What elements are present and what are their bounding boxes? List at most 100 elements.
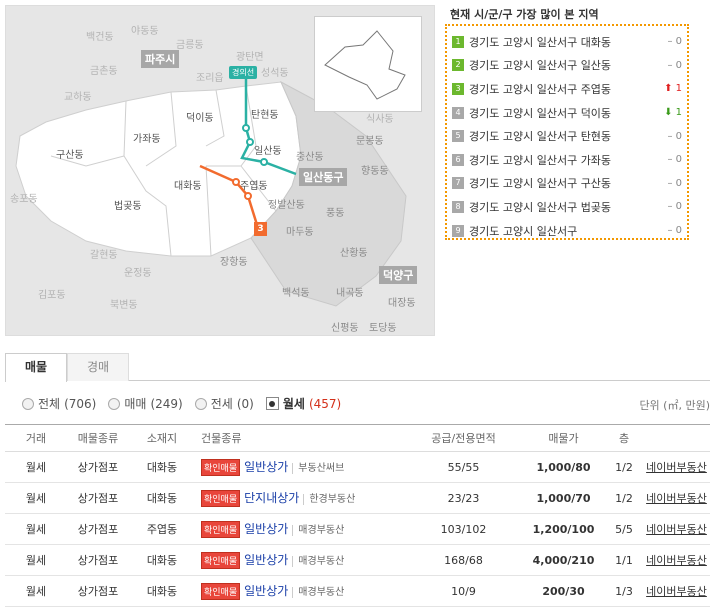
ranking-item[interactable]: 4 경기도 고양시 일산서구 덕이동 ⬇ 1 <box>452 101 682 125</box>
map-label-hyangdong[interactable]: 향동동 <box>361 162 389 177</box>
map-label-munbong[interactable]: 문봉동 <box>356 132 384 147</box>
col-header-floor: 층 <box>605 424 643 452</box>
map-label-daehwa[interactable]: 대화동 <box>174 177 202 192</box>
ranking-item[interactable]: 7 경기도 고양시 일산서구 구산동 – 0 <box>452 172 682 196</box>
ranking-item[interactable]: 5 경기도 고양시 일산서구 탄현동 – 0 <box>452 124 682 148</box>
cell-deal: 월세 <box>5 482 67 514</box>
region-map[interactable]: 파주시 일산동구 덕양구 경의선 3 덕이동 탄현동 가좌동 구산동 일산동 대… <box>5 5 435 336</box>
ranking-item[interactable]: 2 경기도 고양시 일산서구 일산동 – 0 <box>452 54 682 78</box>
cell-location: 대화동 <box>129 451 195 483</box>
line3-badge: 3 <box>254 222 267 236</box>
map-label-deogi[interactable]: 덕이동 <box>186 109 214 124</box>
cell-agent: 네이버부동산 <box>643 482 710 514</box>
agent-link[interactable]: 네이버부동산 <box>646 523 707 536</box>
building-link[interactable]: 일반상가 <box>244 553 288 567</box>
map-label-jeongbalsan[interactable]: 정발산동 <box>268 196 305 211</box>
map-label-sanhwang[interactable]: 산황동 <box>340 244 368 259</box>
map-label-todang[interactable]: 토당동 <box>369 319 397 334</box>
filter-all[interactable]: 전체 (706) <box>22 395 96 412</box>
ranking-item[interactable]: 8 경기도 고양시 일산서구 법곶동 – 0 <box>452 195 682 219</box>
gyeongui-line-badge: 경의선 <box>229 66 258 79</box>
cell-agent: 네이버부동산 <box>643 451 710 483</box>
ranking-item-link[interactable]: 경기도 고양시 일산서구 주엽동 <box>469 81 637 97</box>
map-label-pungdong[interactable]: 풍동 <box>326 204 344 219</box>
filter-jeonse[interactable]: 전세 (0) <box>194 395 254 412</box>
map-label-galhyeon: 갈현동 <box>90 250 118 261</box>
map-label-geumchon: 금촌동 <box>90 66 118 77</box>
map-label-gajwa[interactable]: 가좌동 <box>133 130 161 145</box>
cell-area: 55/55 <box>405 451 522 483</box>
rank-number-badge: 4 <box>452 106 464 119</box>
map-label-madu[interactable]: 마두동 <box>286 223 314 238</box>
building-link[interactable]: 일반상가 <box>244 584 288 598</box>
cell-type: 상가점포 <box>67 513 129 545</box>
ranking-item-link[interactable]: 경기도 고양시 일산서구 탄현동 <box>469 128 637 144</box>
map-label-juyeop[interactable]: 주엽동 <box>240 177 268 192</box>
map-label-jungsan[interactable]: 중산동 <box>296 148 324 163</box>
ranking-item[interactable]: 1 경기도 고양시 일산서구 대화동 – 0 <box>452 30 682 54</box>
confirmed-listing-badge: 확인매물 <box>201 521 241 539</box>
ranking-item-link[interactable]: 경기도 고양시 일산서구 법곶동 <box>469 199 637 215</box>
map-label-janghang[interactable]: 장항동 <box>220 253 248 268</box>
rank-change: – 0 <box>667 130 682 142</box>
agent-link[interactable]: 네이버부동산 <box>646 554 707 567</box>
rank-number-badge: 9 <box>452 224 464 237</box>
cell-building: 확인매물 일반상가 매경부동산 <box>195 575 405 607</box>
ranking-list: 1 경기도 고양시 일산서구 대화동 – 0 2 경기도 고양시 일산서구 일산동 – 0… <box>452 30 682 242</box>
map-label-daejang[interactable]: 대장동 <box>388 294 416 309</box>
agent-link[interactable]: 네이버부동산 <box>646 585 707 598</box>
building-link[interactable]: 단지내상가 <box>244 491 299 505</box>
map-label-tanhyeon[interactable]: 탄현동 <box>251 106 279 121</box>
building-link[interactable]: 일반상가 <box>244 460 288 474</box>
radio-icon[interactable] <box>108 397 121 410</box>
arrow-down-icon: ⬇ <box>664 107 676 119</box>
map-inset[interactable] <box>314 16 422 112</box>
ranking-item-link[interactable]: 경기도 고양시 일산서구 구산동 <box>469 175 637 191</box>
listing-rows: 월세 상가점포 대화동 확인매물 일반상가 부동산써브 55/55 1,000/80 1/2 네이… <box>5 451 710 607</box>
map-label-gwangtan: 광탄면 <box>236 52 264 63</box>
map-label-geumneung: 금릉동 <box>176 40 204 51</box>
agent-link[interactable]: 네이버부동산 <box>646 492 707 505</box>
tab-auction[interactable]: 경매 <box>67 353 129 381</box>
radio-icon[interactable] <box>22 397 34 410</box>
cell-floor: 1/2 <box>605 451 643 483</box>
ranking-item-link[interactable]: 경기도 고양시 일산서구 <box>469 223 637 239</box>
tab-listings[interactable]: 매물 <box>5 353 67 382</box>
cell-area: 103/102 <box>405 513 522 545</box>
cell-area: 10/9 <box>405 575 522 607</box>
map-label-beopgot[interactable]: 법곶동 <box>114 197 142 212</box>
district-badge-ilsandong[interactable]: 일산동구 <box>299 168 348 186</box>
ranking-item-link[interactable]: 경기도 고양시 일산서구 대화동 <box>469 34 637 50</box>
ranking-title: 현재 시/군/구 가장 많이 본 지역 <box>450 8 599 21</box>
col-header-price: 매물가 <box>522 424 605 452</box>
cell-location: 대화동 <box>129 575 195 607</box>
cell-building: 확인매물 일반상가 매경부동산 <box>195 513 405 545</box>
radio-icon[interactable] <box>194 397 207 410</box>
filter-sale[interactable]: 매매 (249) <box>108 395 183 412</box>
cell-price: 1,000/70 <box>522 482 605 514</box>
ranking-item-link[interactable]: 경기도 고양시 일산서구 일산동 <box>469 57 637 73</box>
ranking-item-link[interactable]: 경기도 고양시 일산서구 가좌동 <box>469 152 637 168</box>
district-badge-paju[interactable]: 파주시 <box>141 50 180 68</box>
ranking-item[interactable]: 3 경기도 고양시 일산서구 주엽동 ⬆ 1 <box>452 77 682 101</box>
agency-name: 한경부동산 <box>303 493 356 505</box>
cell-floor: 1/3 <box>605 575 643 607</box>
ranking-item[interactable]: 6 경기도 고양시 일산서구 가좌동 – 0 <box>452 148 682 172</box>
rank-number-badge: 3 <box>452 82 464 95</box>
map-label-gusan[interactable]: 구산동 <box>56 146 84 161</box>
filter-monthly-rent[interactable]: 월세 (457) <box>265 395 341 412</box>
ranking-item-link[interactable]: 경기도 고양시 일산서구 덕이동 <box>469 105 637 121</box>
district-badge-deogyang[interactable]: 덕양구 <box>379 266 418 284</box>
ranking-item[interactable]: 9 경기도 고양시 일산서구 – 0 <box>452 219 682 243</box>
cell-price: 4,000/210 <box>522 544 605 576</box>
agent-link[interactable]: 네이버부동산 <box>646 461 707 474</box>
agency-name: 부동산써브 <box>292 462 345 474</box>
map-label-naegok[interactable]: 내곡동 <box>336 284 364 299</box>
agency-name: 매경부동산 <box>292 555 345 567</box>
table-header-row: 거래 매물종류 소재지 건물종류 공급/전용면적 매물가 층 <box>5 424 710 452</box>
map-label-baekseok[interactable]: 백석동 <box>282 284 310 299</box>
map-label-ilsan[interactable]: 일산동 <box>254 142 282 157</box>
radio-selected-icon[interactable] <box>265 397 279 410</box>
map-label-sinpyeong[interactable]: 신평동 <box>331 319 359 334</box>
building-link[interactable]: 일반상가 <box>244 522 288 536</box>
